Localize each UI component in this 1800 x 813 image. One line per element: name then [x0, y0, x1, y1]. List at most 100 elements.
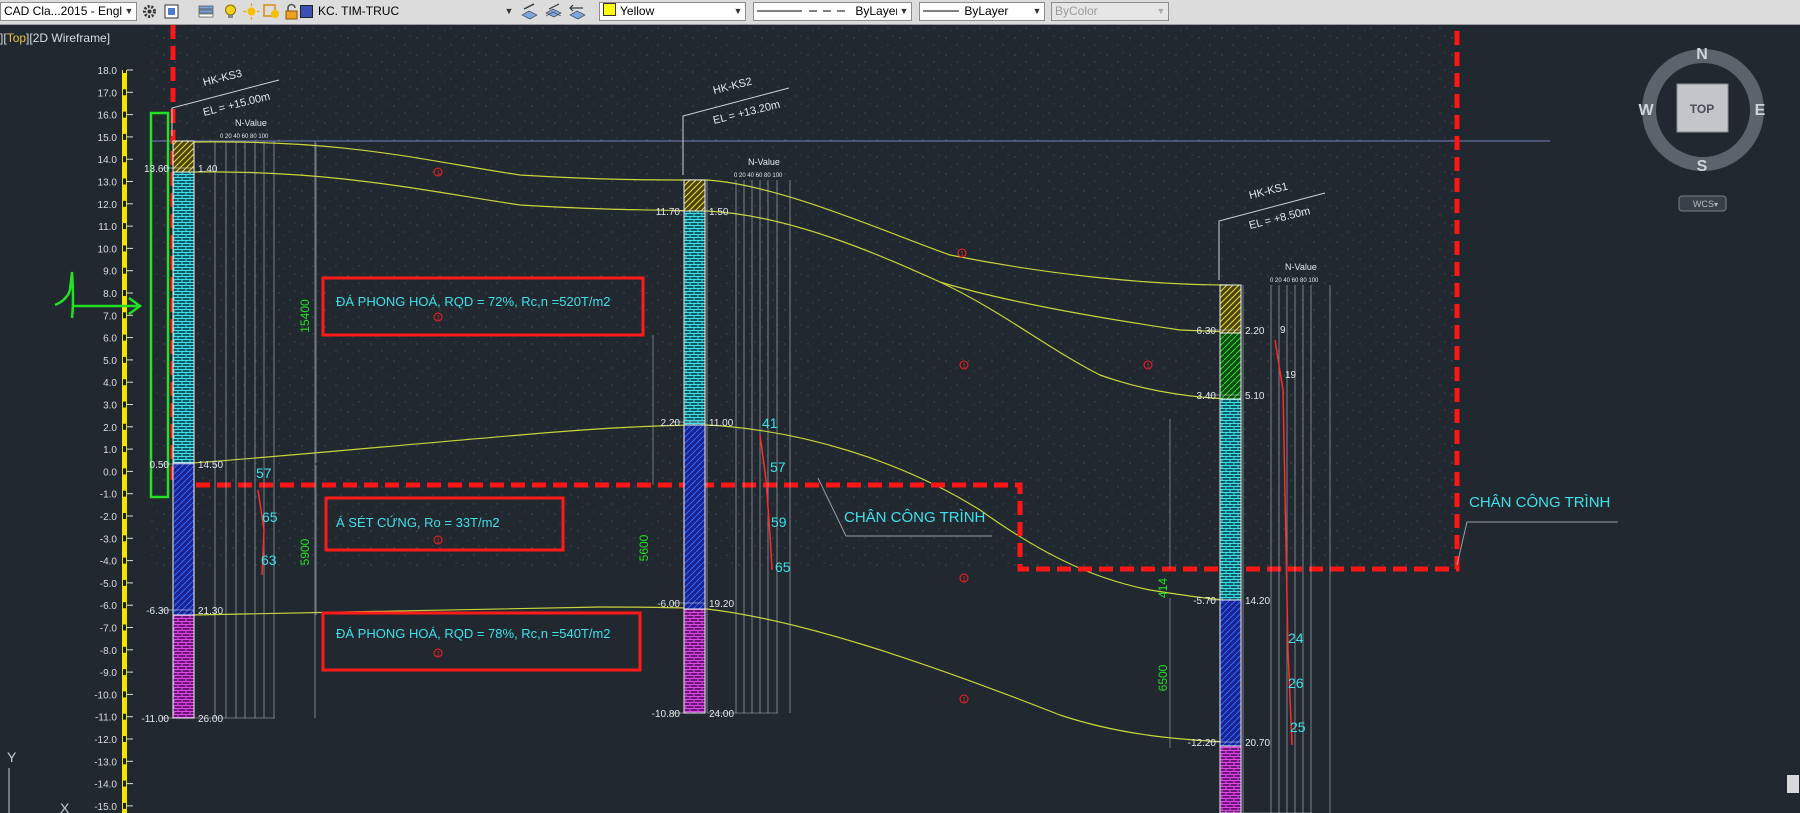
callout-2: CHÂN CÔNG TRÌNH: [1469, 494, 1610, 511]
ruler-label: 15.0: [98, 133, 118, 144]
depth-right-label: 2.20: [1245, 326, 1265, 337]
ruler-gap: [123, 579, 126, 586]
soil-column-blue: [683, 424, 706, 610]
make-current-layer-icon[interactable]: [521, 3, 538, 20]
spt-value: 41: [762, 415, 778, 431]
ruler-gap: [123, 290, 126, 296]
dimension-label: 414: [1156, 578, 1170, 598]
sun-freeze-icon[interactable]: [243, 3, 260, 20]
spt-value: 63: [261, 552, 277, 568]
n-value-scale: 0 20 40 60 80 100: [220, 134, 269, 140]
layer-match-icon[interactable]: [545, 3, 562, 20]
workspace-dropdown[interactable]: CAD Cla...2015 - Englisl ▼: [0, 2, 137, 21]
n-value-title: N-Value: [235, 118, 267, 128]
linetype-preview-icon: [757, 10, 845, 12]
scrollbar-thumb[interactable]: [1787, 775, 1799, 793]
elevation-ruler: 18.0 17.0 16.0 15.0 14.0 13.0 12.0 11.0 10.0 9.0 8…: [94, 66, 133, 813]
ruler-gap: [123, 133, 126, 140]
soil-column-mag: [172, 614, 195, 719]
soil-column-grn: [1219, 332, 1242, 400]
ruler-gap: [123, 401, 126, 408]
layer-name: KC. TIM-TRUC: [318, 4, 400, 18]
ruler-gap: [123, 423, 126, 430]
spt-value: 57: [256, 465, 272, 481]
ruler-label: -5.0: [100, 579, 118, 590]
dimension-label: 6500: [1156, 664, 1170, 691]
depth-right-label: 14.50: [198, 460, 223, 471]
soil-column-mag: [683, 608, 706, 714]
viewport-icon[interactable]: [163, 3, 180, 20]
depth-right-label: 1.40: [198, 164, 218, 175]
ruler-gap: [123, 646, 126, 653]
chevron-down-icon: ▼: [122, 3, 136, 20]
ruler-label: 11.0: [98, 222, 117, 233]
compass-north[interactable]: N: [1696, 46, 1708, 63]
chevron-down-icon: ▼: [1030, 3, 1044, 20]
soil-column-yel: [683, 179, 706, 212]
soil-column-blue: [172, 462, 195, 616]
note-text-2: Á SÉT CỨNG, Ro = 33T/m2: [336, 515, 500, 530]
ruler-gap: [123, 780, 126, 787]
depth-right-label: 14.20: [1245, 596, 1270, 607]
ruler-label: -12.0: [94, 735, 117, 746]
depth-right-label: 20.70: [1245, 738, 1270, 749]
spt-value: 24: [1288, 630, 1304, 646]
soil-column-cyan: [683, 210, 706, 426]
layer-dropdown[interactable]: KC. TIM-TRUC ▼: [317, 2, 517, 21]
ruler-gap: [123, 356, 126, 363]
depth-left-label: 6.30: [1197, 326, 1217, 337]
plotstyle-dropdown[interactable]: ByColor ▼: [1051, 2, 1169, 21]
soil-column-yel: [1219, 284, 1242, 334]
linetype-dropdown[interactable]: ByLayer ▼: [753, 2, 912, 21]
compass-south[interactable]: S: [1697, 158, 1708, 175]
ruler-label: -7.0: [100, 624, 118, 635]
ruler-gap: [123, 89, 126, 96]
lineweight-value: ByLayer: [964, 4, 1009, 18]
ruler-label: -11.0: [95, 713, 117, 724]
lightbulb-icon[interactable]: [222, 3, 239, 20]
layer-color-icon: [300, 5, 313, 18]
spt-value: 65: [262, 509, 278, 525]
ruler-label: 18.0: [98, 66, 118, 77]
gear-icon[interactable]: [141, 3, 158, 20]
ruler-gap: [123, 67, 126, 73]
ruler-label: 3.0: [103, 401, 117, 412]
ucs-icon: Y X: [7, 749, 70, 813]
compass-west[interactable]: W: [1638, 102, 1654, 119]
wcs-label: WCS: [1693, 199, 1714, 209]
layer-properties-icon[interactable]: [198, 3, 215, 20]
ruler-label: -2.0: [100, 512, 118, 523]
ruler-label: -9.0: [100, 668, 118, 679]
note-text-3: ĐÁ PHONG HOÁ, RQD = 78%, Rc,n =540T/m2: [336, 626, 611, 641]
depth-right-label: 26.00: [198, 714, 223, 725]
depth-left-label: -5.70: [1193, 596, 1216, 607]
depth-left-label: 2.20: [661, 418, 681, 429]
spt-value: 57: [770, 459, 786, 475]
dimension-label: 5600: [637, 534, 651, 561]
spt-value: 65: [775, 559, 791, 575]
viewport-freeze-icon[interactable]: [263, 3, 280, 20]
ruler-label: 10.0: [98, 244, 118, 255]
drawing-canvas[interactable]: 18.0 17.0 16.0 15.0 14.0 13.0 12.0 11.0 10.0 9.0 8…: [0, 25, 1800, 813]
spt-value: 59: [771, 514, 787, 530]
ruler-gap: [123, 758, 126, 765]
spt-value: 26: [1288, 675, 1304, 691]
depth-left-label: -12.20: [1188, 738, 1217, 749]
viewcube[interactable]: TOP N S E W WCS ▾: [1638, 46, 1766, 212]
lineweight-dropdown[interactable]: ByLayer ▼: [919, 2, 1045, 21]
layer-previous-icon[interactable]: [569, 3, 586, 20]
ruler-label: 6.0: [103, 334, 117, 345]
spt-value: 25: [1290, 719, 1306, 735]
ruler-label: 17.0: [98, 88, 118, 99]
ruler-gap: [123, 156, 126, 163]
depth-left-label: 13.60: [144, 164, 169, 175]
color-dropdown[interactable]: Yellow ▼: [599, 2, 746, 21]
ruler-gap: [123, 223, 126, 230]
ruler-gap: [123, 446, 126, 453]
dimension-label: 5900: [298, 538, 312, 565]
n-value-title: N-Value: [1285, 262, 1317, 272]
lock-icon[interactable]: [283, 3, 300, 20]
ruler-gap: [123, 468, 126, 475]
ruler-label: 4.0: [103, 378, 117, 389]
compass-east[interactable]: E: [1755, 102, 1766, 119]
